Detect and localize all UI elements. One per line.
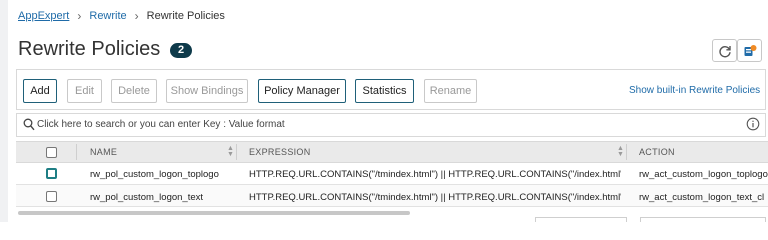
delete-button[interactable]: Delete bbox=[111, 79, 157, 103]
rename-button[interactable]: Rename bbox=[424, 79, 477, 103]
policy-name: rw_pol_custom_logon_text bbox=[90, 192, 204, 203]
policy-action: rw_act_custom_logon_toplogo bbox=[639, 169, 768, 180]
refresh-button[interactable] bbox=[712, 39, 737, 62]
show-bindings-button[interactable]: Show Bindings bbox=[166, 79, 248, 103]
edit-button[interactable]: Edit bbox=[67, 79, 102, 103]
policy-name: rw_pol_custom_logon_toplogo bbox=[90, 169, 219, 180]
search-icon bbox=[23, 118, 35, 131]
search-placeholder: Click here to search or you can enter Ke… bbox=[37, 119, 285, 130]
breadcrumb-appexpert[interactable]: AppExpert bbox=[18, 10, 69, 22]
column-divider bbox=[236, 144, 237, 160]
policy-action: rw_act_custom_logon_text_cl bbox=[639, 192, 765, 203]
horizontal-scrollbar[interactable] bbox=[18, 211, 410, 215]
chevron-right-icon: › bbox=[134, 9, 139, 23]
policy-manager-button[interactable]: Policy Manager bbox=[258, 79, 346, 103]
select-all-checkbox[interactable] bbox=[46, 147, 57, 158]
orange-notification-icon bbox=[744, 44, 756, 56]
breadcrumb-rewrite[interactable]: Rewrite bbox=[89, 10, 126, 22]
sort-icon[interactable]: ▲ ▼ bbox=[227, 145, 234, 158]
column-divider bbox=[626, 144, 627, 160]
row-checkbox[interactable] bbox=[46, 168, 57, 179]
column-header-action[interactable]: ACTION bbox=[639, 147, 675, 157]
column-divider bbox=[76, 144, 77, 160]
policy-expression: HTTP.REQ.URL.CONTAINS("/tmindex.html") |… bbox=[249, 192, 621, 203]
column-header-expression[interactable]: EXPRESSION bbox=[249, 147, 311, 157]
breadcrumb-current: Rewrite Policies bbox=[146, 10, 225, 22]
page-title: Rewrite Policies bbox=[18, 38, 161, 60]
show-builtin-policies-link[interactable]: Show built-in Rewrite Policies bbox=[629, 85, 760, 96]
rows-per-page-control[interactable] bbox=[640, 217, 766, 222]
chevron-right-icon: › bbox=[77, 9, 82, 23]
column-header-name[interactable]: NAME bbox=[90, 147, 117, 157]
policy-expression: HTTP.REQ.URL.CONTAINS("/tmindex.html") |… bbox=[249, 169, 621, 180]
breadcrumb: AppExpert › Rewrite › Rewrite Policies bbox=[18, 9, 225, 23]
pagination-control[interactable] bbox=[535, 217, 627, 222]
add-button[interactable]: Add bbox=[23, 79, 57, 103]
count-badge: 2 bbox=[170, 43, 192, 58]
info-icon[interactable] bbox=[746, 117, 760, 131]
refresh-icon bbox=[718, 45, 731, 57]
left-panel-edge bbox=[0, 0, 8, 222]
sort-icon[interactable]: ▲ ▼ bbox=[617, 145, 624, 158]
row-checkbox[interactable] bbox=[46, 191, 57, 202]
statistics-button[interactable]: Statistics bbox=[355, 79, 414, 103]
notifications-button[interactable] bbox=[737, 39, 762, 62]
